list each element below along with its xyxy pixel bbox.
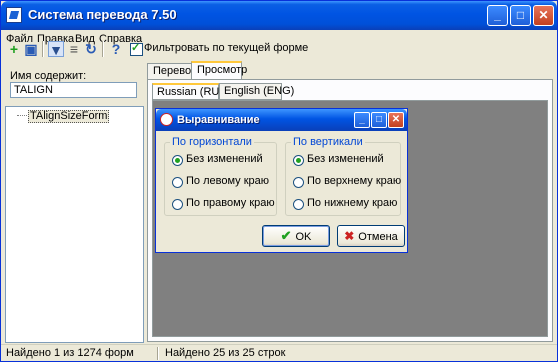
ok-button-label: OK <box>295 231 312 243</box>
cancel-button-label: Отмена <box>358 231 398 243</box>
add-icon[interactable]: + <box>6 41 22 57</box>
toolbar-separator <box>42 41 44 57</box>
horizontal-group: По горизонтали Без изменений По левому к… <box>164 136 277 216</box>
tree-connector <box>17 115 27 116</box>
radio-v-none-label: Без изменений <box>307 153 384 165</box>
help-icon[interactable]: ? <box>108 41 124 57</box>
radio-v-none[interactable] <box>293 155 304 166</box>
subtab-english[interactable]: English (ENG) <box>219 83 294 100</box>
vertical-group: По вертикали Без изменений По верхнему к… <box>285 136 402 216</box>
main-window: Система перевода 7.50 _ □ ✕ Файл Правка … <box>0 0 558 362</box>
filter-checkbox[interactable]: ✓ <box>130 42 143 56</box>
dialog-app-icon <box>160 113 173 126</box>
tab-preview[interactable]: Просмотр <box>191 61 247 79</box>
window-title: Система перевода 7.50 <box>28 7 177 22</box>
tree-view-icon[interactable]: ≡ <box>66 41 82 57</box>
alignment-dialog: Выравнивание _ □ ✕ По горизонтали Без из… <box>155 108 408 253</box>
tree-item[interactable]: TAlignSizeForm <box>28 110 110 123</box>
radio-v-top-label: По верхнему краю <box>307 175 402 187</box>
refresh-icon[interactable]: ↻ <box>83 41 99 57</box>
filter-label: Фильтровать по текущей форме <box>144 42 309 54</box>
search-label: Имя содержит: <box>10 70 87 82</box>
check-icon: ✔ <box>280 228 292 243</box>
dialog-minimize-button[interactable]: _ <box>354 112 370 128</box>
form-tree: TAlignSizeForm <box>5 106 144 343</box>
status-bar: Найдено 1 из 1274 форм Найдено 25 из 25 … <box>1 344 557 362</box>
radio-h-left-label: По левому краю <box>186 175 269 187</box>
minimize-button[interactable]: _ <box>487 5 508 26</box>
status-divider <box>157 347 159 360</box>
toolbar-separator <box>102 41 104 57</box>
cancel-x-icon: ✖ <box>344 229 355 243</box>
status-forms-found: Найдено 1 из 1274 форм <box>6 347 134 359</box>
maximize-button[interactable]: □ <box>510 5 531 26</box>
close-button[interactable]: ✕ <box>533 5 554 26</box>
horizontal-group-title: По горизонтали <box>170 136 254 148</box>
radio-v-bottom-label: По нижнему краю <box>307 197 398 209</box>
app-icon[interactable] <box>6 7 22 23</box>
radio-h-right-label: По правому краю <box>186 197 275 209</box>
status-strings-found: Найдено 25 из 25 строк <box>165 347 286 359</box>
radio-h-left[interactable] <box>172 177 183 188</box>
search-input[interactable] <box>10 82 137 98</box>
dialog-title-bar[interactable]: Выравнивание _ □ ✕ <box>156 109 407 131</box>
radio-h-none-label: Без изменений <box>186 153 263 165</box>
filter-icon[interactable]: ▼ <box>48 41 64 58</box>
tab-translation[interactable]: Перевод <box>147 63 197 79</box>
dialog-maximize-button[interactable]: □ <box>371 112 387 128</box>
radio-h-none[interactable] <box>172 155 183 166</box>
save-icon[interactable]: ▣ <box>23 41 39 57</box>
subtab-russian[interactable]: Russian (RUS) <box>152 83 230 100</box>
dialog-title: Выравнивание <box>177 114 260 126</box>
radio-v-bottom[interactable] <box>293 199 304 210</box>
cancel-button[interactable]: ✖ Отмена <box>337 225 405 247</box>
vertical-group-title: По вертикали <box>291 136 365 148</box>
radio-v-top[interactable] <box>293 177 304 188</box>
ok-button[interactable]: ✔ OK <box>262 225 330 247</box>
radio-h-right[interactable] <box>172 199 183 210</box>
dialog-close-button[interactable]: ✕ <box>388 112 404 128</box>
pane-splitter[interactable] <box>144 64 146 343</box>
title-bar[interactable]: Система перевода 7.50 _ □ ✕ <box>1 1 557 30</box>
